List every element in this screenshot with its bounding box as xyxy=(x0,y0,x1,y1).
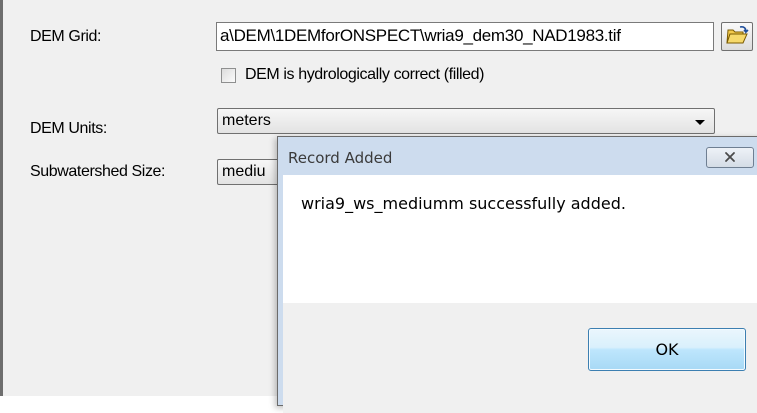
hydro-correct-checkbox[interactable] xyxy=(221,68,236,83)
dialog-message: wria9_ws_mediumm successfully added. xyxy=(301,194,626,213)
dem-units-select[interactable]: meters xyxy=(217,108,715,134)
hydro-correct-label: DEM is hydrologically correct (filled) xyxy=(245,66,485,83)
subwatershed-size-value: mediu xyxy=(222,163,266,180)
record-added-dialog: Record Added wria9_ws_mediumm successful… xyxy=(277,136,757,413)
close-icon xyxy=(725,152,735,162)
open-folder-icon xyxy=(726,26,749,44)
dem-units-label: DEM Units: xyxy=(30,120,107,137)
browse-button[interactable] xyxy=(721,22,753,51)
close-button[interactable] xyxy=(706,147,754,168)
dialog-title: Record Added xyxy=(288,149,393,167)
dem-grid-label: DEM Grid: xyxy=(30,28,102,45)
subwatershed-size-label: Subwatershed Size: xyxy=(30,163,166,180)
dem-units-value: meters xyxy=(222,112,271,129)
chevron-down-icon xyxy=(695,120,705,125)
dem-grid-input[interactable]: a\DEM\1DEMforONSPECT\wria9_dem30_NAD1983… xyxy=(216,22,714,51)
ok-button[interactable]: OK xyxy=(588,328,746,371)
